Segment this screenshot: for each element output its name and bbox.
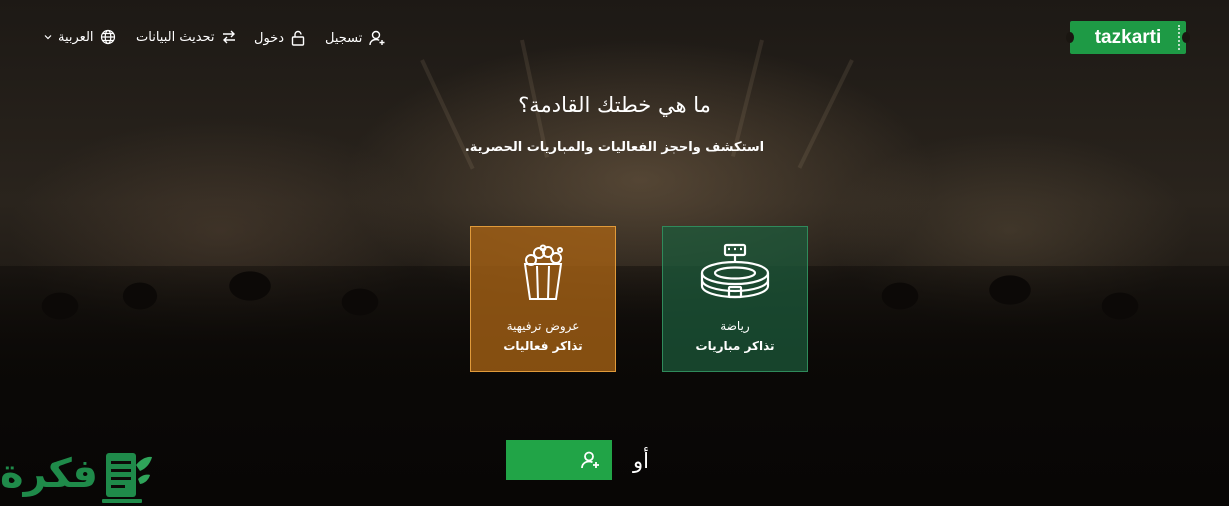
logo-text: tazkarti — [1094, 26, 1162, 48]
add-user-icon — [581, 451, 599, 469]
update-data-link[interactable]: تحديث البيانات — [136, 29, 237, 45]
document-leaf-icon — [102, 453, 152, 503]
register-button[interactable] — [506, 440, 612, 480]
page-subtitle: استكشف واحجز الفعاليات والمباريات الحصري… — [464, 140, 765, 155]
chevron-down-icon — [44, 35, 52, 40]
swap-arrows-icon — [222, 30, 235, 44]
popcorn-icon — [523, 244, 563, 300]
language-label: العربية — [58, 29, 94, 45]
login-link[interactable]: دخول — [254, 29, 306, 47]
register-label: تسجيل — [325, 30, 363, 46]
language-selector[interactable]: العربية — [44, 29, 116, 45]
globe-icon — [100, 29, 115, 45]
add-user-icon — [369, 30, 385, 46]
login-label: دخول — [254, 30, 284, 46]
sports-card-label: تذاكر مباريات — [695, 339, 775, 353]
register-link[interactable]: تسجيل — [325, 29, 386, 47]
stadium-icon — [700, 243, 770, 299]
sports-card-category: رياضة — [720, 319, 750, 333]
fekra-watermark: فكرة — [0, 445, 155, 506]
tazkarti-logo[interactable]: tazkarti — [1066, 21, 1190, 54]
lock-icon — [291, 30, 305, 46]
page-title: ما هي خطتك القادمة؟ — [518, 93, 711, 117]
events-card-category: عروض ترفيهية — [506, 319, 580, 333]
update-data-label: تحديث البيانات — [136, 29, 215, 45]
events-card-label: تذاكر فعاليات — [503, 339, 583, 353]
watermark-text: فكرة — [0, 451, 98, 497]
or-label: أو — [633, 449, 649, 473]
events-tickets-card[interactable]: عروض ترفيهية تذاكر فعاليات — [470, 226, 616, 372]
sports-tickets-card[interactable]: رياضة تذاكر مباريات — [662, 226, 808, 372]
